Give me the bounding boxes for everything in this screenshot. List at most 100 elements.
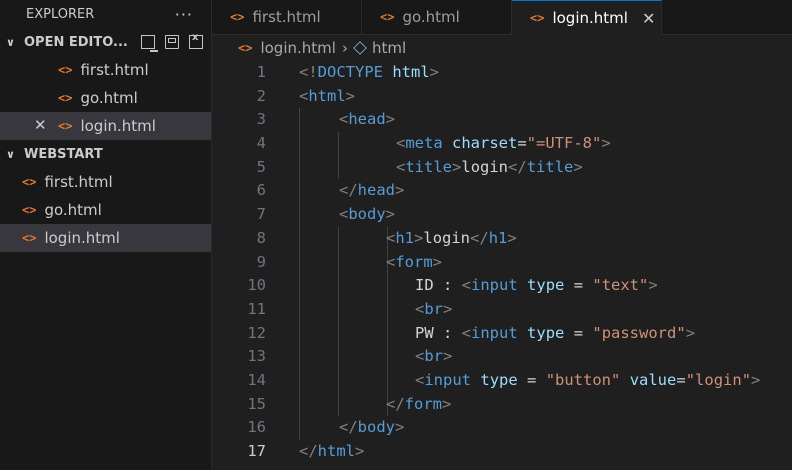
- code-text: <body>: [339, 205, 396, 224]
- file-name: login.html: [80, 117, 156, 135]
- line-number: 2: [256, 86, 266, 105]
- line-number: 16: [247, 418, 266, 437]
- file-item[interactable]: ✕ <> login.html: [0, 112, 211, 140]
- tab-go-html[interactable]: <> go.html: [362, 0, 512, 34]
- code-line[interactable]: 15 </form>: [212, 392, 792, 417]
- open-editors-section[interactable]: ∨ OPEN EDITO...: [0, 28, 211, 56]
- code-line[interactable]: 1 <!DOCTYPE html>: [212, 61, 792, 85]
- indent-guide: [299, 132, 300, 156]
- tab-first-html[interactable]: <> first.html: [212, 0, 362, 34]
- file-item[interactable]: <> first.html: [0, 168, 211, 196]
- file-item[interactable]: <> go.html: [0, 196, 211, 224]
- line-number: 13: [247, 347, 266, 366]
- html-file-icon: <>: [58, 91, 73, 105]
- chevron-down-icon: ∨: [6, 147, 15, 161]
- code-text: <head>: [339, 110, 396, 129]
- breadcrumb-file[interactable]: login.html: [260, 39, 335, 57]
- workspace-section[interactable]: ∨ WEBSTART: [0, 140, 211, 168]
- file-name: first.html: [44, 173, 113, 191]
- line-number: 7: [256, 205, 266, 224]
- breadcrumb-symbol[interactable]: html: [372, 39, 406, 57]
- open-editors-list: <> first.html <> go.html ✕ <> login.html: [0, 56, 211, 140]
- indent-guide: [338, 250, 339, 275]
- code-line[interactable]: 10 ID : <input type = "text">: [212, 274, 792, 298]
- symbol-class-icon: [353, 41, 367, 55]
- code-line[interactable]: 6 </head>: [212, 179, 792, 204]
- code-line[interactable]: 14 <input type = "button" value="login">: [212, 368, 792, 393]
- code-text: <meta charset="=UTF-8">: [396, 134, 611, 153]
- new-untitled-file-icon[interactable]: [141, 35, 158, 52]
- indent-guide: [299, 108, 300, 133]
- code-line[interactable]: 17 </html>: [212, 440, 792, 464]
- file-item[interactable]: <> login.html: [0, 224, 211, 252]
- indent-guide: [299, 297, 300, 322]
- indent-guide: [299, 368, 300, 393]
- tab-label: first.html: [252, 8, 321, 26]
- code-line[interactable]: 12 PW : <input type = "password">: [212, 321, 792, 346]
- indent-guide: [387, 321, 388, 346]
- chevron-down-icon: ∨: [6, 35, 15, 49]
- html-file-icon: <>: [22, 175, 37, 189]
- code-text: <br>: [415, 347, 453, 366]
- code-text: </form>: [386, 394, 452, 413]
- code-text: PW : <input type = "password">: [415, 323, 696, 342]
- code-text: <!DOCTYPE html>: [299, 63, 440, 81]
- code-text: <input type = "button" value="login">: [415, 370, 761, 389]
- code-line[interactable]: 13 <br>: [212, 345, 792, 369]
- indent-guide: [338, 226, 339, 251]
- code-text: <html>: [299, 86, 356, 105]
- indent-guide: [338, 297, 339, 322]
- file-item[interactable]: <> go.html: [0, 84, 211, 112]
- indent-guide: [338, 132, 339, 156]
- html-file-icon: <>: [22, 203, 37, 217]
- indent-guide: [299, 250, 300, 275]
- file-item[interactable]: <> first.html: [0, 56, 211, 84]
- save-all-icon[interactable]: [165, 35, 179, 49]
- close-icon[interactable]: ✕: [34, 116, 47, 134]
- indent-guide: [299, 203, 300, 227]
- code-text: <title>login</title>: [396, 157, 583, 176]
- explorer-sidebar: EXPLORER ··· ∨ OPEN EDITO... <> first.htm…: [0, 0, 212, 470]
- code-editor[interactable]: 1 <!DOCTYPE html> 2 <html> 3 <head> 4 <meta cha…: [212, 61, 792, 470]
- line-number: 17: [247, 442, 266, 460]
- line-number: 8: [256, 228, 266, 247]
- line-number: 5: [256, 157, 266, 176]
- workspace-label: WEBSTART: [24, 146, 103, 162]
- tab-label: login.html: [552, 9, 628, 27]
- explorer-title: EXPLORER: [26, 6, 95, 22]
- html-file-icon: <>: [58, 119, 73, 133]
- indent-guide: [338, 392, 339, 417]
- code-line[interactable]: 9 <form>: [212, 250, 792, 275]
- code-line[interactable]: 11 <br>: [212, 297, 792, 322]
- code-line[interactable]: 2 <html>: [212, 85, 792, 109]
- code-line[interactable]: 4 <meta charset="=UTF-8">: [212, 132, 792, 156]
- html-file-icon: <>: [530, 11, 545, 25]
- code-line[interactable]: 5 <title>login</title>: [212, 155, 792, 180]
- code-line[interactable]: 16 </body>: [212, 416, 792, 440]
- editor-tabs: <> first.html <> go.html <> login.html ✕: [212, 0, 792, 35]
- breadcrumb: <> login.html › html: [212, 35, 792, 61]
- indent-guide: [387, 274, 388, 298]
- indent-guide: [338, 345, 339, 369]
- line-number: 3: [256, 110, 266, 129]
- close-icon[interactable]: ✕: [642, 9, 655, 28]
- open-editors-label: OPEN EDITO...: [24, 34, 128, 50]
- file-name: login.html: [44, 229, 120, 247]
- code-line[interactable]: 3 <head>: [212, 108, 792, 133]
- indent-guide: [299, 179, 300, 204]
- line-number: 9: [256, 252, 266, 271]
- html-file-icon: <>: [238, 41, 253, 55]
- code-text: <form>: [386, 252, 443, 271]
- html-file-icon: <>: [230, 10, 245, 24]
- indent-guide: [338, 274, 339, 298]
- tab-login-html[interactable]: <> login.html ✕: [512, 0, 662, 35]
- html-file-icon: <>: [380, 10, 395, 24]
- indent-guide: [299, 345, 300, 369]
- file-name: go.html: [80, 89, 138, 107]
- line-number: 4: [256, 134, 266, 153]
- code-line[interactable]: 7 <body>: [212, 203, 792, 227]
- indent-guide: [387, 297, 388, 322]
- code-line[interactable]: 8 <h1>login</h1>: [212, 226, 792, 251]
- close-all-editors-icon[interactable]: [189, 32, 203, 49]
- more-actions-icon[interactable]: ···: [175, 5, 193, 24]
